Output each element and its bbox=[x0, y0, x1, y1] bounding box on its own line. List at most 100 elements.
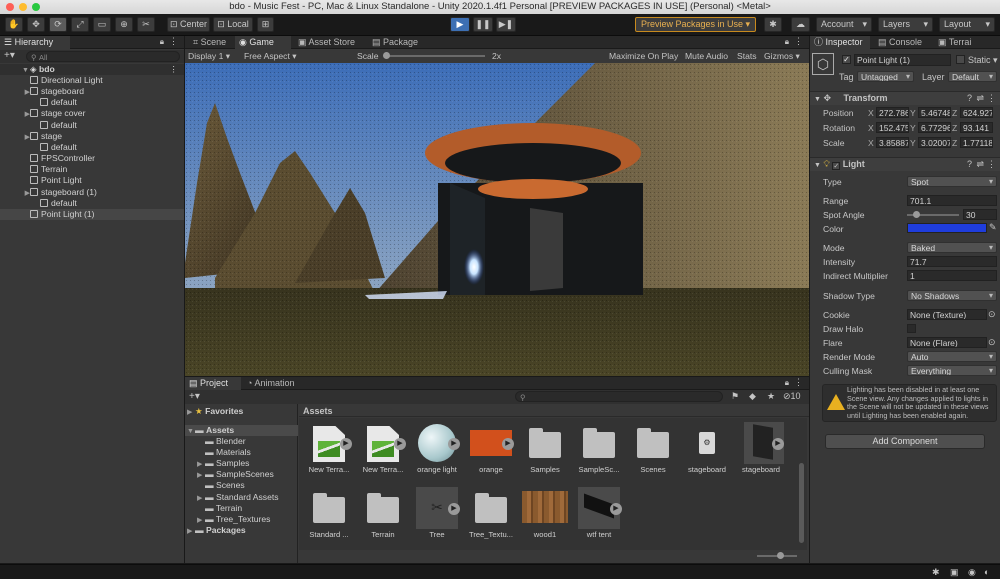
asset-tile[interactable]: ✂ ▶ Tree bbox=[411, 487, 463, 539]
lock-icon[interactable]: 🔒︎ bbox=[160, 37, 164, 47]
expand-subasset-icon[interactable]: ▶ bbox=[340, 438, 352, 450]
indirect-multiplier-input[interactable]: 1 bbox=[907, 270, 997, 281]
tree-folder-item[interactable]: ▬ Materials bbox=[197, 447, 251, 458]
position-z-input[interactable]: 624.927 bbox=[960, 107, 993, 118]
tab-console[interactable]: ▤ Console bbox=[874, 36, 930, 49]
rotate-tool-icon[interactable]: ⟳ bbox=[49, 17, 67, 32]
static-dropdown[interactable]: Static ▾ bbox=[968, 54, 998, 66]
rect-tool-icon[interactable]: ▭ bbox=[93, 17, 111, 32]
favorites-row[interactable]: ▶ ★ Favorites bbox=[187, 406, 243, 417]
asset-grid-scrollbar[interactable] bbox=[799, 463, 804, 543]
object-picker-icon[interactable]: ⊙ bbox=[988, 309, 996, 320]
hierarchy-item[interactable]: Point Light bbox=[0, 175, 184, 186]
scale-y-input[interactable]: 3.02007 bbox=[918, 137, 951, 148]
tree-folder-item[interactable]: ▬ Blender bbox=[197, 436, 246, 447]
create-plus-icon[interactable]: +▾ bbox=[4, 50, 15, 62]
step-button[interactable]: ▶❚ bbox=[496, 17, 516, 32]
light-enabled-checkbox[interactable]: ✓ bbox=[832, 162, 841, 170]
filter-label-icon[interactable]: ◆ bbox=[749, 391, 756, 402]
component-menu-icon[interactable]: ⋮ bbox=[987, 92, 996, 105]
light-header[interactable]: ▼ 💡︎ ✓ Light ? ⇌ ⋮ bbox=[810, 157, 1000, 171]
account-dropdown[interactable]: Account ▾ bbox=[816, 17, 872, 32]
pause-button[interactable]: ❚❚ bbox=[473, 17, 493, 32]
game-render-viewport[interactable] bbox=[185, 63, 809, 376]
spot-angle-handle[interactable] bbox=[913, 211, 920, 218]
layout-dropdown[interactable]: Layout ▾ bbox=[939, 17, 995, 32]
hierarchy-item[interactable]: ▶ stage bbox=[0, 131, 184, 142]
asset-tile[interactable]: ▶ New Terra... bbox=[357, 424, 409, 474]
services-icon[interactable]: ✱ bbox=[764, 17, 782, 32]
hierarchy-item[interactable]: ▶ stage cover bbox=[0, 108, 184, 119]
display-dropdown[interactable]: Display 1 ▾ bbox=[188, 49, 230, 63]
asset-tile[interactable]: wood1 bbox=[519, 489, 571, 539]
move-tool-icon[interactable]: ✥ bbox=[27, 17, 45, 32]
object-name-input[interactable]: Point Light (1) bbox=[854, 54, 951, 66]
spot-angle-input[interactable]: 30 bbox=[963, 209, 997, 220]
preset-icon[interactable]: ⇌ bbox=[976, 158, 984, 171]
pivot-local-button[interactable]: ⊡ Local bbox=[213, 17, 253, 32]
hierarchy-item[interactable]: Terrain bbox=[0, 164, 184, 175]
hierarchy-item[interactable]: default bbox=[0, 142, 184, 153]
asset-tile[interactable]: Samples bbox=[519, 424, 571, 474]
tag-dropdown[interactable]: Untagged bbox=[857, 71, 914, 82]
tab-game[interactable]: ◉ Game bbox=[235, 36, 291, 49]
minimize-window-button[interactable] bbox=[19, 3, 27, 11]
asset-tile[interactable]: Tree_Textu... bbox=[465, 489, 517, 539]
scale-slider-handle[interactable] bbox=[383, 52, 390, 59]
layer-dropdown[interactable]: Default bbox=[948, 71, 997, 82]
project-search-input[interactable]: ⚲ bbox=[515, 391, 723, 402]
play-button[interactable]: ▶ bbox=[450, 17, 470, 32]
tree-folder-item[interactable]: ▬ Terrain bbox=[197, 503, 242, 514]
asset-tile[interactable]: ▶ orange light bbox=[411, 424, 463, 474]
packages-row[interactable]: ▶ ▬ Packages bbox=[187, 525, 246, 536]
type-dropdown[interactable]: Spot bbox=[907, 176, 997, 187]
position-x-input[interactable]: 272.786 bbox=[876, 107, 909, 118]
flare-field[interactable]: None (Flare) bbox=[907, 337, 987, 348]
scale-slider[interactable] bbox=[385, 55, 485, 57]
object-picker-icon[interactable]: ⊙ bbox=[988, 337, 996, 348]
close-window-button[interactable] bbox=[6, 3, 14, 11]
maximize-window-button[interactable] bbox=[32, 3, 40, 11]
asset-tile[interactable]: Terrain bbox=[357, 489, 409, 539]
hand-tool-icon[interactable]: ✋ bbox=[5, 17, 23, 32]
aspect-dropdown[interactable]: Free Aspect ▾ bbox=[244, 49, 297, 63]
tab-scene[interactable]: ⌗ Scene bbox=[189, 36, 233, 49]
asset-tile[interactable]: ▶ New Terra... bbox=[303, 424, 355, 474]
mode-dropdown[interactable]: Baked bbox=[907, 242, 997, 253]
rotation-z-input[interactable]: 93.141 bbox=[960, 122, 993, 133]
mute-audio-toggle[interactable]: Mute Audio bbox=[685, 49, 728, 63]
scale-z-input[interactable]: 1.77118 bbox=[960, 137, 993, 148]
scene-menu-icon[interactable]: ⋮ bbox=[169, 64, 178, 75]
cookie-field[interactable]: None (Texture) bbox=[907, 309, 987, 320]
static-checkbox[interactable] bbox=[956, 55, 965, 64]
tab-terrain[interactable]: ▣ Terrai bbox=[934, 36, 994, 49]
add-component-button[interactable]: Add Component bbox=[825, 434, 985, 449]
expand-subasset-icon[interactable]: ▶ bbox=[610, 503, 622, 515]
preview-packages-dropdown[interactable]: Preview Packages in Use ▾ bbox=[635, 17, 756, 32]
render-mode-dropdown[interactable]: Auto bbox=[907, 351, 997, 362]
expand-subasset-icon[interactable]: ▶ bbox=[772, 438, 784, 450]
assets-row[interactable]: ▼▬ Assets bbox=[185, 425, 298, 436]
create-plus-icon[interactable]: +▾ bbox=[189, 390, 200, 403]
draw-halo-checkbox[interactable] bbox=[907, 324, 916, 333]
stats-toggle[interactable]: Stats bbox=[737, 49, 757, 63]
hierarchy-item[interactable]: Point Light (1) bbox=[0, 208, 184, 220]
asset-tile[interactable]: ⚙ stageboard bbox=[681, 424, 733, 474]
asset-tile[interactable]: Scenes bbox=[627, 424, 679, 474]
preset-icon[interactable]: ⇌ bbox=[976, 92, 984, 105]
tree-folder-item[interactable]: ▶ ▬ SampleScenes bbox=[197, 469, 274, 480]
asset-tile[interactable]: ▶ wtf tent bbox=[573, 487, 625, 539]
expand-subasset-icon[interactable]: ▶ bbox=[448, 438, 460, 450]
scale-tool-icon[interactable]: ⤢ bbox=[71, 17, 89, 32]
culling-mask-dropdown[interactable]: Everything bbox=[907, 365, 997, 376]
panel-menu-icon[interactable]: ⋮ bbox=[794, 36, 803, 47]
tab-project[interactable]: ▤ Project bbox=[185, 377, 241, 390]
tab-inspector[interactable]: ⓘ Inspector bbox=[810, 36, 870, 49]
filter-type-icon[interactable]: ⚑ bbox=[731, 391, 739, 402]
eyedropper-icon[interactable]: ✎ bbox=[989, 222, 997, 233]
tab-animation[interactable]: ◔ Animation bbox=[243, 377, 305, 390]
expand-subasset-icon[interactable]: ▶ bbox=[394, 438, 406, 450]
asset-tile[interactable]: ▶ orange bbox=[465, 424, 517, 474]
hierarchy-search-input[interactable]: ⚲ All bbox=[26, 51, 180, 62]
tree-folder-item[interactable]: ▶ ▬ Samples bbox=[197, 458, 249, 469]
